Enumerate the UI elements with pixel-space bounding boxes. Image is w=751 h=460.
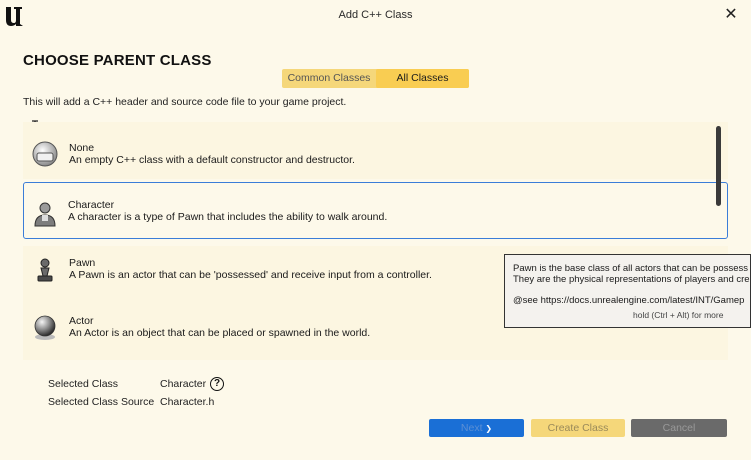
class-description: An empty C++ class with a default constr…: [69, 154, 355, 166]
actor-icon: [34, 315, 56, 340]
none-class-icon: [32, 141, 58, 167]
character-icon: [34, 202, 56, 227]
class-name: None: [69, 142, 95, 154]
tab-common-classes[interactable]: Common Classes: [282, 69, 376, 88]
class-name: Character: [68, 199, 115, 211]
tab-all-classes[interactable]: All Classes: [376, 69, 469, 88]
next-button-label: Next: [460, 422, 483, 434]
cancel-button[interactable]: Cancel: [631, 419, 727, 437]
close-button[interactable]: ✕: [723, 7, 739, 23]
window-title: Add C++ Class: [338, 9, 413, 21]
selected-source-value: Character.h: [160, 396, 215, 408]
title-bar: Add C++ Class ✕: [0, 0, 751, 32]
list-scrollbar[interactable]: [716, 126, 721, 206]
class-description: A character is a type of Pawn that inclu…: [68, 211, 388, 223]
help-icon[interactable]: ?: [210, 377, 224, 391]
chevron-right-icon: ❯: [485, 424, 493, 433]
tooltip-docs-link: @see https://docs.unrealengine.com/lates…: [513, 295, 745, 306]
tooltip-line: They are the physical representations of…: [513, 274, 750, 285]
class-description: An Actor is an object that can be placed…: [69, 327, 371, 339]
selected-class-value: Character: [160, 378, 207, 390]
next-button[interactable]: Next ❯: [429, 419, 524, 437]
pawn-icon: [37, 258, 53, 282]
class-name: Pawn: [69, 257, 96, 269]
selected-source-label: Selected Class Source: [48, 396, 155, 408]
page-description: This will add a C++ header and source co…: [23, 96, 347, 108]
tooltip-line: Pawn is the base class of all actors tha…: [513, 263, 748, 274]
tooltip-hint: hold (Ctrl + Alt) for more: [633, 310, 724, 320]
class-row-character[interactable]: Character A character is a type of Pawn …: [23, 182, 728, 239]
class-description: A Pawn is an actor that can be 'possesse…: [69, 269, 432, 281]
pawn-tooltip: Pawn is the base class of all actors tha…: [504, 254, 751, 328]
class-row-none[interactable]: None An empty C++ class with a default c…: [23, 122, 728, 179]
page-title: CHOOSE PARENT CLASS: [23, 52, 212, 69]
selected-class-label: Selected Class: [48, 378, 119, 390]
create-class-button[interactable]: Create Class: [531, 419, 625, 437]
class-filter-tabs: Common Classes All Classes: [282, 69, 469, 88]
class-name: Actor: [69, 315, 94, 327]
